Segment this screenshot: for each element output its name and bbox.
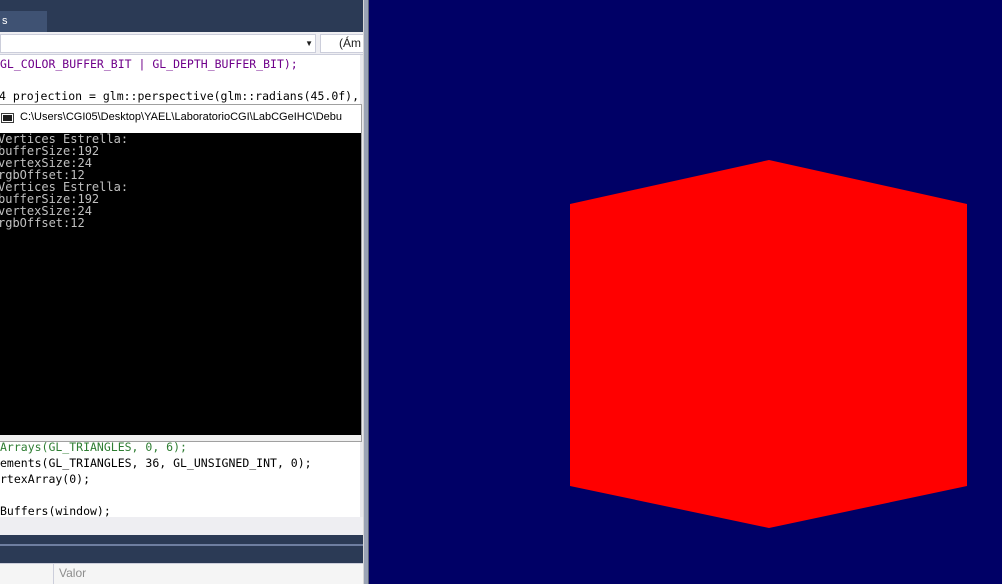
document-tab[interactable]: s — [0, 11, 47, 32]
code-text: Buffers(window); — [0, 504, 111, 518]
navigation-bar: ▼ (Ám — [0, 32, 363, 55]
code-line: GL_COLOR_BUFFER_BIT | GL_DEPTH_BUFFER_BI… — [0, 56, 298, 72]
console-window: C:\Users\CGI05\Desktop\YAEL\LaboratorioC… — [0, 104, 362, 442]
locals-panel-header: Valor — [0, 563, 363, 584]
render-canvas — [369, 0, 1002, 584]
document-tab-bar: s — [0, 0, 363, 32]
code-text: ements(GL_TRIANGLES, 36, GL_UNSIGNED_INT… — [0, 456, 312, 470]
code-text: Arrays(GL_TRIANGLES, 0, 6); — [0, 440, 187, 454]
console-output[interactable]: Vertices Estrella: bufferSize:192 vertex… — [0, 133, 361, 435]
console-title: C:\Users\CGI05\Desktop\YAEL\LaboratorioC… — [20, 111, 342, 123]
tool-window-divider — [0, 544, 363, 546]
code-text: 4 projection = glm::perspective(glm::rad… — [0, 89, 363, 103]
editor-horizontal-scrollbar[interactable] — [0, 517, 363, 535]
console-app-icon — [1, 113, 14, 123]
code-editor-window: s ▼ (Ám GL_COLOR_BUFFER_BIT | GL_DEPTH_B… — [0, 0, 363, 584]
member-dropdown[interactable]: ▼ — [0, 34, 316, 53]
opengl-render-window[interactable] — [369, 0, 1002, 584]
column-divider[interactable] — [53, 564, 54, 584]
chevron-down-icon: ▼ — [305, 39, 313, 48]
scope-dropdown[interactable]: (Ám — [320, 34, 363, 53]
console-title-bar[interactable]: C:\Users\CGI05\Desktop\YAEL\LaboratorioC… — [0, 105, 361, 131]
code-line: 4 projection = glm::perspective(glm::rad… — [0, 88, 363, 104]
console-line: rgbOffset:12 — [0, 216, 85, 230]
value-column-header[interactable]: Valor — [59, 566, 86, 580]
tool-window-header — [0, 535, 363, 563]
red-cube — [570, 160, 967, 528]
code-text: rtexArray(0); — [0, 472, 91, 486]
code-line: rtexArray(0); — [0, 471, 90, 487]
code-text: GL_COLOR_BUFFER_BIT | GL_DEPTH_BUFFER_BI… — [0, 57, 298, 71]
code-line: ements(GL_TRIANGLES, 36, GL_UNSIGNED_INT… — [0, 455, 312, 471]
console-bottom-border — [0, 435, 361, 441]
